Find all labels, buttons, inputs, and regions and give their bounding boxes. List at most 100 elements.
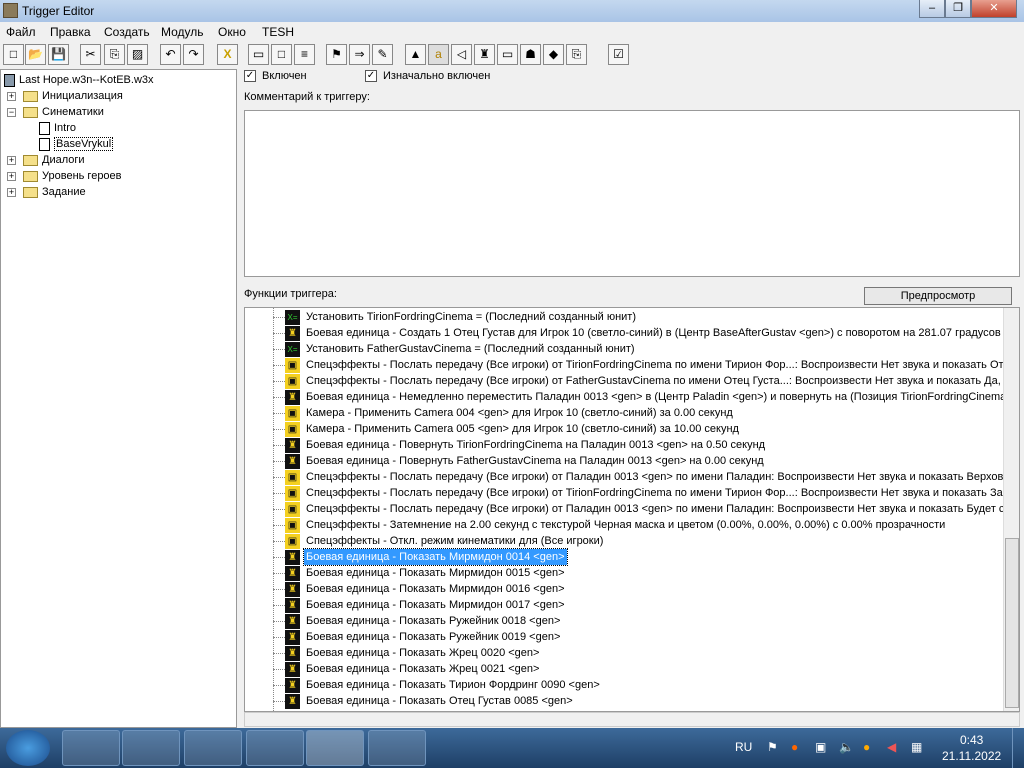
close-button[interactable]: ✕ — [971, 0, 1017, 18]
functions-label: Функции триггера: — [244, 288, 337, 300]
campaign-editor-icon[interactable]: ▭ — [497, 44, 518, 65]
window-title: Trigger Editor — [22, 4, 95, 18]
menu-module[interactable]: Модуль — [161, 25, 204, 39]
network-icon[interactable]: ▣ — [815, 740, 826, 754]
import-manager-icon[interactable]: ◆ — [543, 44, 564, 65]
volume-icon[interactable]: 🔈 — [839, 740, 854, 754]
trigger-tree[interactable]: Last Hope.w3n--KotEB.w3x + Инициализация −… — [0, 69, 237, 728]
app-icon — [3, 3, 18, 18]
scroll-thumb[interactable] — [1005, 538, 1019, 708]
cinematic-icon: ▣ — [285, 374, 300, 389]
new-condition-icon[interactable]: ⇒ — [349, 44, 370, 65]
avast-icon[interactable]: ● — [791, 740, 798, 754]
menu-window[interactable]: Окно — [218, 25, 246, 39]
tree-connector — [273, 685, 285, 686]
horizontal-scrollbar[interactable] — [244, 712, 1020, 727]
tree-connector — [273, 525, 285, 526]
menu-create[interactable]: Создать — [104, 25, 150, 39]
enabled-label: Включен — [262, 70, 307, 82]
unit-icon: ♜ — [285, 630, 300, 645]
new-icon[interactable]: □ — [3, 44, 24, 65]
ie-taskbar-button[interactable] — [62, 730, 120, 766]
action-text: Боевая единица - Показать Жрец 0021 <gen… — [306, 663, 540, 675]
cinematic-icon: ▣ — [285, 518, 300, 533]
clock-time[interactable]: 0:43 — [960, 733, 983, 747]
action-text: Установить TirionFordringCinema = (После… — [306, 311, 636, 323]
tree-item-label: Инициализация — [42, 90, 123, 102]
test-map-icon[interactable]: ⎘ — [566, 44, 587, 65]
terrain-editor-icon[interactable]: ▲ — [405, 44, 426, 65]
action-text: Камера - Применить Camera 005 <gen> для … — [306, 423, 739, 435]
tree-connector — [273, 333, 285, 334]
clock-date[interactable]: 21.11.2022 — [942, 749, 1001, 763]
show-desktop-button[interactable] — [1012, 728, 1024, 768]
redo-icon[interactable]: ↷ — [183, 44, 204, 65]
action-text: Спецэффекты - Послать передачу (Все игро… — [306, 359, 1016, 371]
menu-file[interactable]: Файл — [6, 25, 36, 39]
preview-button[interactable]: Предпросмотр — [864, 287, 1012, 305]
jass-check-icon[interactable]: ☑ — [608, 44, 629, 65]
actions-list[interactable]: X= Установить TirionFordringCinema = (Пос… — [244, 307, 1020, 712]
tree-item[interactable]: + Диалоги — [7, 152, 85, 168]
expand-toggle[interactable]: + — [7, 188, 16, 197]
cinematic-icon: ▣ — [285, 502, 300, 517]
object-editor-icon[interactable]: ♜ — [474, 44, 495, 65]
new-trigger-icon[interactable]: □ — [271, 44, 292, 65]
maximize-button[interactable]: ❐ — [945, 0, 971, 18]
initially-on-checkbox[interactable]: ✓ Изначально включен — [365, 70, 490, 83]
chrome-taskbar-button[interactable] — [246, 730, 304, 766]
ai-editor-icon[interactable]: ☗ — [520, 44, 541, 65]
new-event-icon[interactable]: ⚑ — [326, 44, 347, 65]
checkbox-icon[interactable]: ✓ — [365, 70, 377, 83]
tree-item[interactable]: BaseVrykul — [39, 136, 114, 152]
tree-item[interactable]: + Задание — [7, 184, 86, 200]
explorer-taskbar-button[interactable] — [122, 730, 180, 766]
flag-icon[interactable]: ⚑ — [767, 740, 778, 754]
menu-edit[interactable]: Правка — [50, 25, 91, 39]
tree-connector — [273, 397, 285, 398]
tree-item[interactable]: Intro — [39, 120, 76, 136]
tree-item-label: Intro — [54, 122, 77, 134]
set-variable-icon: X= — [285, 310, 300, 325]
language-indicator[interactable]: RU — [735, 740, 752, 754]
tree-item[interactable]: + Инициализация — [7, 88, 123, 104]
unit-icon: ♜ — [285, 438, 300, 453]
enabled-checkbox[interactable]: ✓ Включен — [244, 70, 307, 83]
unit-icon: ♜ — [285, 598, 300, 613]
checkbox-icon[interactable]: ✓ — [244, 70, 256, 83]
save-icon[interactable]: 💾 — [48, 44, 69, 65]
action-text: Спецэффекты - Затемнение на 2.00 секунд … — [306, 519, 946, 531]
vertical-scrollbar[interactable] — [1003, 308, 1019, 711]
unit-icon: ♜ — [285, 646, 300, 661]
copy-icon[interactable]: ⎘ — [104, 44, 125, 65]
action-text: Боевая единица - Повернуть FatherGustavC… — [306, 455, 764, 467]
tree-item[interactable]: − Синематики — [7, 104, 104, 120]
expand-toggle[interactable]: + — [7, 92, 16, 101]
menu-tesh[interactable]: TESH — [262, 25, 294, 39]
new-action-icon[interactable]: ✎ — [372, 44, 393, 65]
update-icon[interactable]: ● — [863, 740, 870, 754]
new-comment-icon[interactable]: ≡ — [294, 44, 315, 65]
tree-item[interactable]: + Уровень героев — [7, 168, 122, 184]
speaker-icon[interactable]: ◀ — [887, 740, 896, 754]
expand-toggle[interactable]: + — [7, 172, 16, 181]
minimize-button[interactable]: – — [919, 0, 945, 18]
sound-editor-icon[interactable]: ◁ — [451, 44, 472, 65]
open-icon[interactable]: 📂 — [25, 44, 46, 65]
paint-taskbar-button[interactable] — [368, 730, 426, 766]
paste-icon[interactable]: ▨ — [127, 44, 148, 65]
start-button[interactable] — [6, 730, 50, 766]
variables-icon[interactable]: X — [217, 44, 238, 65]
comment-textarea[interactable] — [244, 110, 1020, 277]
trigger-editor-icon[interactable]: a — [428, 44, 449, 65]
new-category-icon[interactable]: ▭ — [248, 44, 269, 65]
world-editor-taskbar-button[interactable] — [306, 730, 364, 766]
windows-update-icon[interactable]: ▦ — [911, 740, 922, 754]
undo-icon[interactable]: ↶ — [160, 44, 181, 65]
media-taskbar-button[interactable] — [184, 730, 242, 766]
tree-root[interactable]: Last Hope.w3n--KotEB.w3x — [4, 72, 154, 88]
tree-connector — [273, 701, 285, 702]
expand-toggle[interactable]: + — [7, 156, 16, 165]
expand-toggle[interactable]: − — [7, 108, 16, 117]
cut-icon[interactable]: ✂ — [80, 44, 101, 65]
